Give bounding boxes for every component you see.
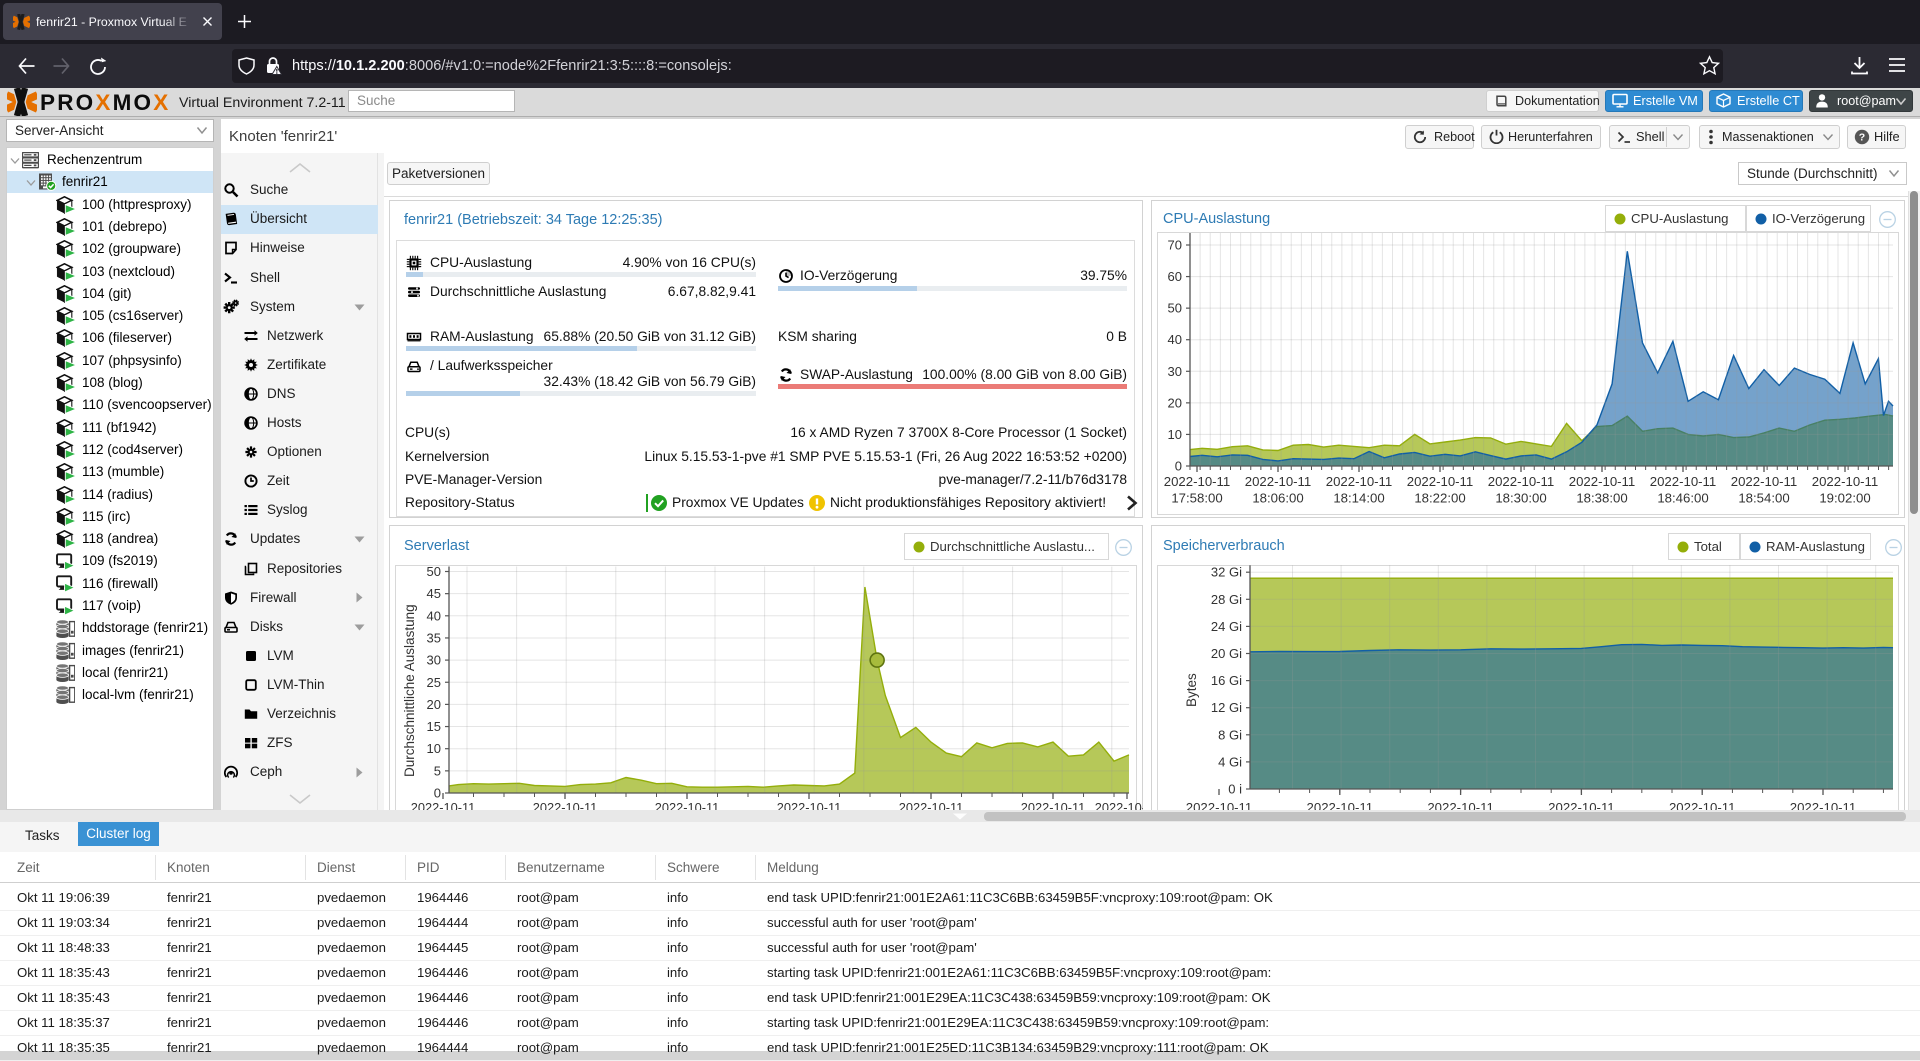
svg-text:17:58:00: 17:58:00 — [1171, 491, 1222, 506]
svg-text:2022-10-11: 2022-10-11 — [1488, 474, 1554, 489]
svg-text:2022-10-11: 2022-10-11 — [1245, 474, 1311, 489]
svg-text:2022-10-11: 2022-10-11 — [1407, 474, 1473, 489]
svg-text:Durchschnittliche Auslastung: Durchschnittliche Auslastung — [402, 604, 417, 777]
svg-text:2022-10-11: 2022-10-11 — [1569, 474, 1635, 489]
svg-text:0: 0 — [1175, 459, 1182, 474]
svg-text:2022-10-11: 2022-10-11 — [1326, 474, 1392, 489]
svg-text:60: 60 — [1168, 269, 1182, 284]
svg-text:18:54:00: 18:54:00 — [1738, 491, 1789, 506]
svg-text:18:22:00: 18:22:00 — [1414, 491, 1465, 506]
svg-text:45: 45 — [427, 586, 441, 601]
svg-text:19:02:00: 19:02:00 — [1819, 491, 1870, 506]
svg-text:2022-10-11: 2022-10-11 — [1731, 474, 1797, 489]
svg-text:20: 20 — [427, 697, 441, 712]
svg-text:15: 15 — [427, 719, 441, 734]
svg-text:30: 30 — [1168, 364, 1182, 379]
svg-text:18:06:00: 18:06:00 — [1252, 491, 1303, 506]
svg-text:40: 40 — [427, 608, 441, 623]
svg-text:5: 5 — [434, 763, 441, 778]
svg-text:70: 70 — [1168, 238, 1182, 253]
svg-text:2022-10-11: 2022-10-11 — [1812, 474, 1878, 489]
svg-text:2022-10-11: 2022-10-11 — [1650, 474, 1716, 489]
svg-text:28 Gi: 28 Gi — [1211, 592, 1242, 607]
svg-text:50: 50 — [427, 564, 441, 579]
svg-text:12 Gi: 12 Gi — [1211, 700, 1242, 715]
svg-text:20: 20 — [1168, 395, 1182, 410]
svg-text:50: 50 — [1168, 301, 1182, 316]
svg-text:20 Gi: 20 Gi — [1211, 646, 1242, 661]
svg-text:32 Gi: 32 Gi — [1211, 565, 1242, 580]
svg-text:0: 0 — [434, 786, 441, 801]
svg-text:10: 10 — [427, 741, 441, 756]
svg-text:18:46:00: 18:46:00 — [1657, 491, 1708, 506]
svg-text:2022-10-11: 2022-10-11 — [1164, 474, 1230, 489]
svg-text:24 Gi: 24 Gi — [1211, 619, 1242, 634]
svg-text:?: ? — [1859, 132, 1865, 144]
svg-text:35: 35 — [427, 630, 441, 645]
svg-text:25: 25 — [427, 675, 441, 690]
svg-text:18:14:00: 18:14:00 — [1333, 491, 1384, 506]
svg-text:8 Gi: 8 Gi — [1218, 727, 1242, 742]
svg-text:30: 30 — [427, 653, 441, 668]
svg-text:Bytes: Bytes — [1184, 673, 1199, 707]
svg-text:16 Gi: 16 Gi — [1211, 673, 1242, 688]
svg-text:10: 10 — [1168, 427, 1182, 442]
svg-text:18:30:00: 18:30:00 — [1495, 491, 1546, 506]
svg-text:40: 40 — [1168, 332, 1182, 347]
svg-text:18:38:00: 18:38:00 — [1576, 491, 1627, 506]
svg-text:4 Gi: 4 Gi — [1218, 754, 1242, 769]
svg-text:0 i: 0 i — [1228, 782, 1242, 797]
